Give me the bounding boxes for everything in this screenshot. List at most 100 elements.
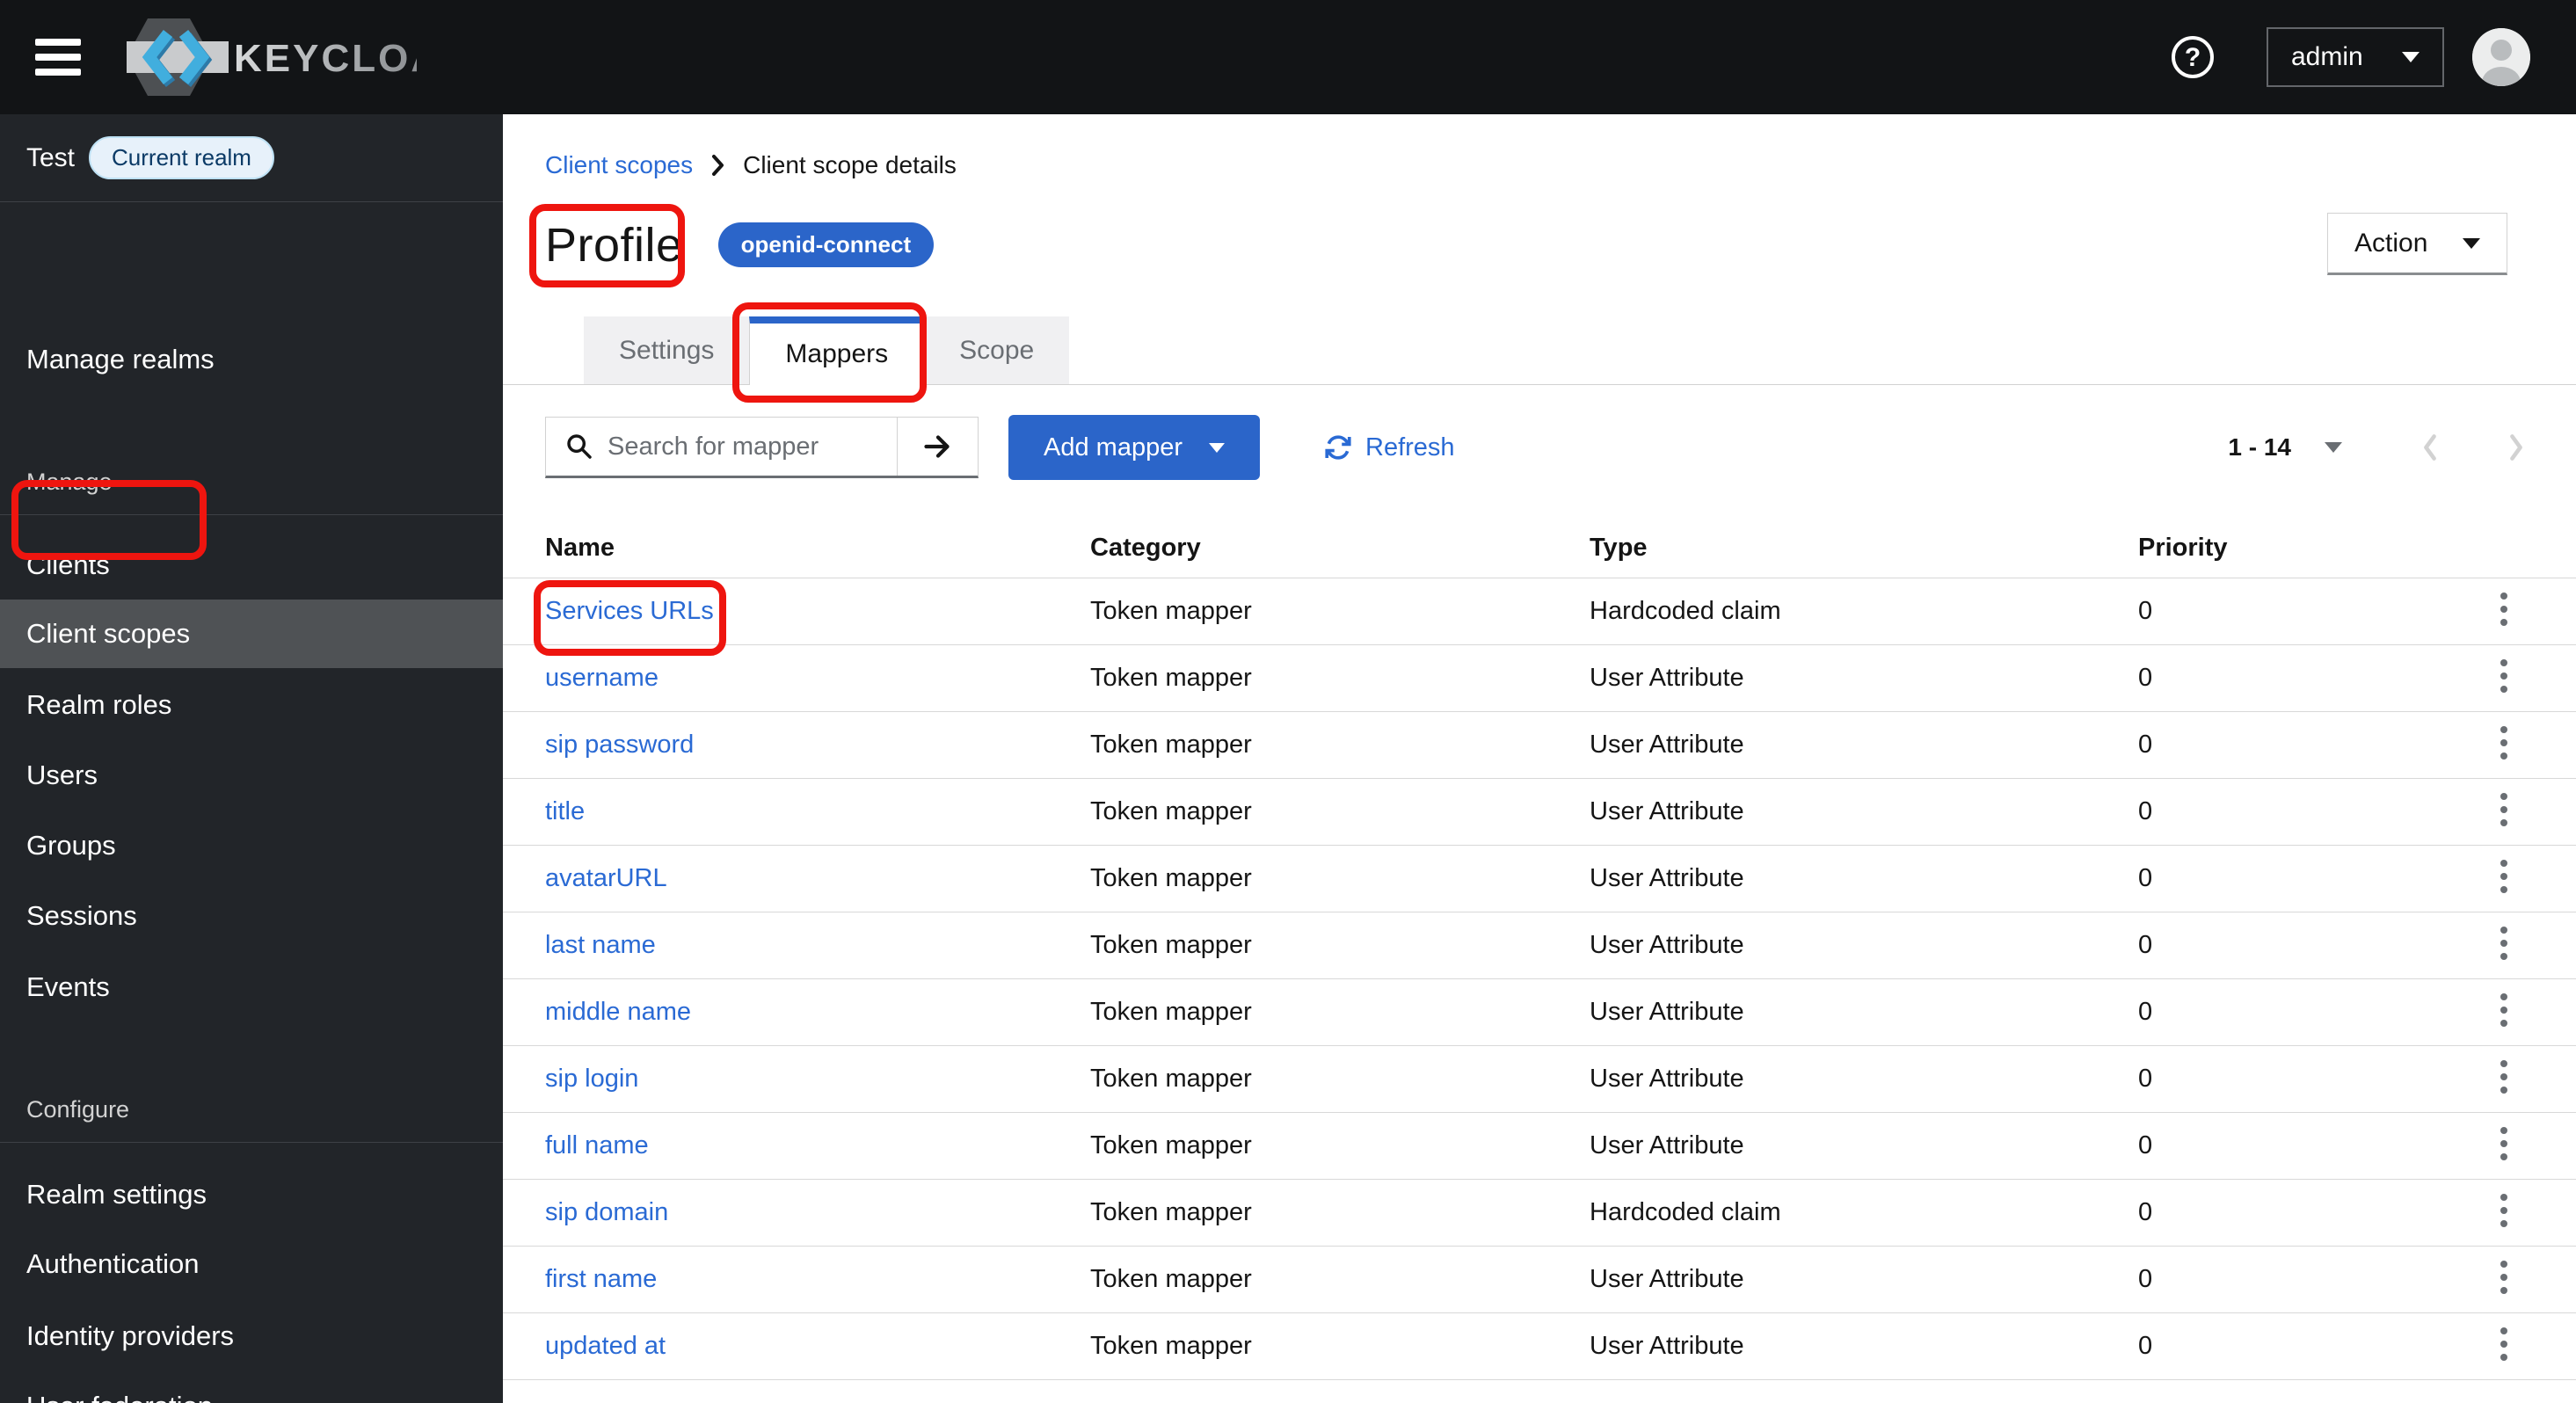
pagination-range: 1 - 14 [2228, 433, 2291, 461]
mapper-type: Hardcoded claim [1547, 577, 2096, 644]
mapper-type: User Attribute [1547, 643, 2096, 711]
breadcrumb-link-client-scopes[interactable]: Client scopes [545, 151, 693, 179]
row-kebab-menu-button[interactable] [2490, 587, 2518, 634]
sidebar-item-identity-providers[interactable]: Identity providers [0, 1302, 503, 1370]
mapper-type: User Attribute [1547, 710, 2096, 778]
kebab-icon [2500, 1127, 2507, 1160]
kebab-icon [2500, 659, 2507, 693]
mapper-link[interactable]: title [545, 797, 585, 825]
chevron-left-icon [2424, 434, 2436, 461]
row-kebab-menu-button[interactable] [2490, 1055, 2518, 1101]
realm-switcher[interactable]: Test Current realm [0, 114, 503, 202]
sidebar-item-users[interactable]: Users [0, 741, 503, 810]
row-kebab-menu-button[interactable] [2490, 1255, 2518, 1302]
keycloak-admin-console: KEYCLOAK ? admin [0, 0, 2576, 1403]
sidebar-item-realm-roles[interactable]: Realm roles [0, 671, 503, 739]
tab-mappers[interactable]: Mappers [749, 316, 925, 385]
row-kebab-menu-button[interactable] [2490, 854, 2518, 901]
kebab-icon [2500, 1060, 2507, 1094]
mapper-category: Token mapper [1048, 1044, 1547, 1112]
pagination-prev-button[interactable] [2420, 433, 2441, 462]
refresh-button[interactable]: Refresh [1323, 433, 1455, 462]
column-header-name: Name [545, 534, 615, 563]
kebab-icon [2500, 1327, 2507, 1361]
row-kebab-menu-button[interactable] [2490, 1122, 2518, 1168]
breadcrumb-current: Client scope details [743, 151, 957, 178]
table-row: first name Token mapper User Attribute 0 [503, 1245, 2576, 1312]
action-dropdown[interactable]: Action [2327, 213, 2507, 275]
mapper-priority: 0 [2096, 643, 2449, 711]
mapper-link[interactable]: updated at [545, 1332, 666, 1360]
mapper-link[interactable]: first name [545, 1265, 657, 1293]
kebab-icon [2500, 1261, 2507, 1294]
avatar[interactable] [2472, 28, 2530, 86]
pagination: 1 - 14 [2228, 433, 2527, 462]
sidebar-section-manage: Manage [0, 450, 503, 515]
mapper-link[interactable]: full name [545, 1131, 649, 1159]
table-row: middle name Token mapper User Attribute 0 [503, 978, 2576, 1045]
mapper-link[interactable]: sip login [545, 1065, 638, 1093]
arrow-right-icon [923, 435, 950, 458]
action-dropdown-label: Action [2354, 228, 2428, 258]
mapper-link[interactable]: sip domain [545, 1198, 668, 1226]
row-kebab-menu-button[interactable] [2490, 921, 2518, 968]
tab-scope[interactable]: Scope [924, 316, 1070, 385]
row-kebab-menu-button[interactable] [2490, 988, 2518, 1035]
sidebar-item-manage-realms[interactable]: Manage realms [0, 325, 503, 394]
question-circle-icon: ? [2172, 36, 2214, 78]
mapper-link[interactable]: middle name [545, 998, 691, 1026]
mapper-category: Token mapper [1048, 710, 1547, 778]
mapper-category: Token mapper [1048, 777, 1547, 845]
help-button[interactable]: ? [2170, 34, 2216, 80]
sidebar-item-user-federation[interactable]: User federation [0, 1372, 503, 1403]
mapper-priority: 0 [2096, 844, 2449, 912]
sidebar-item-sessions[interactable]: Sessions [0, 882, 503, 950]
title-row: Profile openid-connect Action [503, 202, 2576, 287]
refresh-icon [1325, 435, 1351, 460]
mapper-priority: 0 [2096, 1245, 2449, 1312]
tab-settings[interactable]: Settings [584, 316, 750, 385]
user-menu[interactable]: admin [2267, 27, 2444, 87]
sidebar-item-client-scopes[interactable]: Client scopes [0, 600, 503, 668]
row-kebab-menu-button[interactable] [2490, 654, 2518, 701]
table-row: avatarURL Token mapper User Attribute 0 [503, 844, 2576, 912]
add-mapper-label: Add mapper [1044, 433, 1182, 462]
mapper-link[interactable]: Services URLs [545, 597, 714, 625]
mapper-link[interactable]: avatarURL [545, 864, 667, 892]
sidebar-item-clients[interactable]: Clients [0, 531, 503, 600]
add-mapper-button[interactable]: Add mapper [1008, 415, 1260, 480]
pagination-next-button[interactable] [2506, 433, 2527, 462]
mapper-link[interactable]: sip password [545, 731, 694, 759]
column-header-type: Type [1590, 534, 1648, 563]
keycloak-logo: KEYCLOAK [127, 15, 417, 99]
kebab-icon [2500, 726, 2507, 760]
mapper-type: User Attribute [1547, 1245, 2096, 1312]
table-row: last name Token mapper User Attribute 0 [503, 911, 2576, 978]
row-kebab-menu-button[interactable] [2490, 721, 2518, 767]
sidebar-item-events[interactable]: Events [0, 953, 503, 1021]
sidebar-item-realm-settings[interactable]: Realm settings [0, 1160, 503, 1229]
sidebar-item-authentication[interactable]: Authentication [0, 1230, 503, 1298]
column-header-priority: Priority [2138, 534, 2228, 563]
brand-wordmark: KEYCLOAK [234, 37, 417, 80]
kebab-icon [2500, 860, 2507, 893]
page-title: Profile [545, 218, 683, 272]
sidebar-item-groups[interactable]: Groups [0, 811, 503, 880]
row-kebab-menu-button[interactable] [2490, 1189, 2518, 1235]
search-input[interactable] [606, 431, 897, 462]
mapper-category: Token mapper [1048, 1178, 1547, 1246]
row-kebab-menu-button[interactable] [2490, 1322, 2518, 1369]
kebab-icon [2500, 1194, 2507, 1227]
main-content: Client scopes Client scope details Profi… [503, 114, 2576, 1403]
breadcrumb: Client scopes Client scope details [503, 114, 2576, 181]
search-submit-button[interactable] [897, 418, 978, 476]
mapper-link[interactable]: username [545, 664, 659, 692]
mapper-link[interactable]: last name [545, 931, 656, 959]
pagination-options-toggle[interactable] [2325, 442, 2342, 453]
mapper-type: User Attribute [1547, 844, 2096, 912]
mapper-priority: 0 [2096, 1178, 2449, 1246]
tab-bar: Settings Mappers Scope [503, 316, 2576, 385]
nav-toggle-button[interactable] [35, 37, 81, 77]
person-icon [2472, 28, 2530, 86]
row-kebab-menu-button[interactable] [2490, 788, 2518, 834]
